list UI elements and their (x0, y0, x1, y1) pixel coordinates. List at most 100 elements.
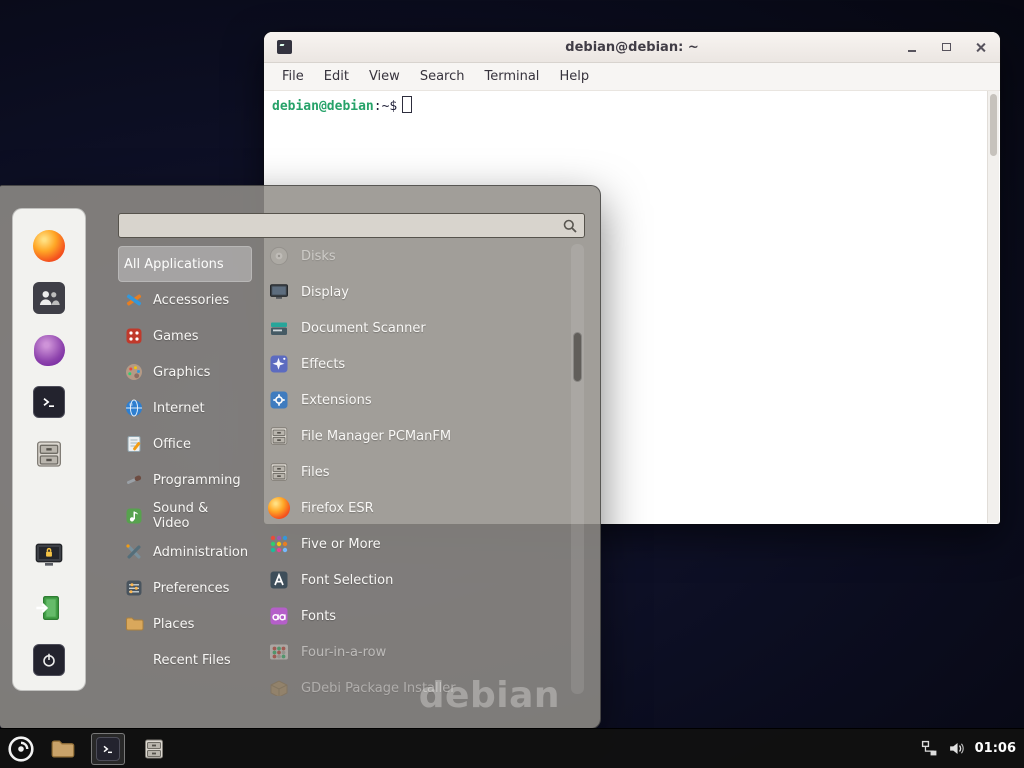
folder-icon (49, 736, 75, 762)
lock-screen-icon[interactable] (32, 538, 66, 572)
app-label: Document Scanner (301, 321, 426, 336)
preferences-icon (124, 578, 144, 598)
category-label: Accessories (153, 293, 229, 308)
app-font-selection[interactable]: Font Selection (264, 562, 566, 598)
app-disks[interactable]: Disks (264, 238, 566, 274)
volume-icon[interactable] (948, 740, 965, 757)
app-label: Display (301, 285, 349, 300)
menu-button[interactable] (3, 731, 39, 767)
task-file-manager[interactable] (45, 733, 79, 765)
clock[interactable]: 01:06 (975, 741, 1016, 756)
games-icon (124, 326, 144, 346)
favorites-column (12, 208, 86, 691)
files-favorite-icon[interactable] (32, 437, 66, 471)
app-four-in-a-row[interactable]: Four-in-a-row (264, 634, 566, 670)
category-recent-files[interactable]: Recent Files (118, 642, 252, 678)
shutdown-icon[interactable] (33, 644, 65, 676)
system-tray: 01:06 (921, 740, 1024, 757)
app-effects[interactable]: Effects (264, 346, 566, 382)
search-input[interactable] (119, 218, 562, 233)
internet-icon (124, 398, 144, 418)
terminal-task-icon (96, 737, 120, 761)
disks-icon (268, 245, 290, 267)
logout-icon[interactable] (32, 591, 66, 625)
display-icon (268, 281, 290, 303)
document-scanner-icon (268, 317, 290, 339)
category-administration[interactable]: Administration (118, 534, 252, 570)
close-icon[interactable] (975, 42, 986, 53)
app-document-scanner[interactable]: Document Scanner (264, 310, 566, 346)
category-graphics[interactable]: Graphics (118, 354, 252, 390)
terminal-cursor (402, 96, 412, 113)
window-controls (907, 32, 986, 62)
search-icon (562, 218, 578, 234)
five-or-more-icon (268, 533, 290, 555)
menu-edit[interactable]: Edit (314, 66, 359, 87)
task-files[interactable] (137, 733, 171, 765)
category-programming[interactable]: Programming (118, 462, 252, 498)
font-selection-icon (268, 569, 290, 591)
app-files[interactable]: Files (264, 454, 566, 490)
maximize-icon[interactable] (941, 42, 952, 53)
people-icon[interactable] (33, 282, 65, 314)
terminal-scrollbar-thumb[interactable] (990, 94, 997, 156)
category-internet[interactable]: Internet (118, 390, 252, 426)
gdebi-package-installer-icon (268, 677, 290, 696)
effects-icon (268, 353, 290, 375)
terminal-scrollbar[interactable] (987, 91, 999, 523)
accessories-icon (124, 290, 144, 310)
cinnamon-logo-icon (7, 735, 35, 763)
prompt-user: debian@debian (272, 99, 374, 114)
menu-file[interactable]: File (272, 66, 314, 87)
app-label: Font Selection (301, 573, 393, 588)
network-icon[interactable] (921, 740, 938, 757)
category-all-applications[interactable]: All Applications (118, 246, 252, 282)
terminal-window-icon (277, 40, 292, 54)
terminal-title: debian@debian: ~ (565, 40, 698, 55)
app-fonts[interactable]: Fonts (264, 598, 566, 634)
category-accessories[interactable]: Accessories (118, 282, 252, 318)
category-list: All Applications Accessories Games Graph… (118, 246, 252, 678)
pidgin-icon[interactable] (32, 333, 66, 367)
app-label: Five or More (301, 537, 381, 552)
menu-search[interactable]: Search (410, 66, 475, 87)
files-task-icon (142, 737, 166, 761)
category-office[interactable]: Office (118, 426, 252, 462)
category-preferences[interactable]: Preferences (118, 570, 252, 606)
category-label: Internet (153, 401, 205, 416)
app-label: Extensions (301, 393, 372, 408)
category-sound-video[interactable]: Sound & Video (118, 498, 252, 534)
window-list (45, 733, 171, 765)
menu-scrollbar[interactable] (571, 244, 584, 694)
app-display[interactable]: Display (264, 274, 566, 310)
file-manager-pcmanfm-icon (268, 425, 290, 447)
menu-help[interactable]: Help (549, 66, 599, 87)
category-games[interactable]: Games (118, 318, 252, 354)
category-label: Programming (153, 473, 241, 488)
favorites-spacer (13, 490, 85, 519)
sound-video-icon (124, 506, 144, 526)
prompt-path: :~$ (374, 99, 397, 114)
app-file-manager-pcmanfm[interactable]: File Manager PCManFM (264, 418, 566, 454)
minimize-icon[interactable] (907, 42, 918, 53)
terminal-titlebar[interactable]: debian@debian: ~ (264, 32, 1000, 63)
application-list: Disks Display Document Scanner Effects E… (264, 238, 566, 696)
menu-view[interactable]: View (359, 66, 410, 87)
app-firefox-esr[interactable]: Firefox ESR (264, 490, 566, 526)
terminal-favorite-icon[interactable] (33, 386, 65, 418)
recent-files-icon-spacer (124, 650, 144, 670)
app-label: Fonts (301, 609, 336, 624)
category-label: Preferences (153, 581, 229, 596)
category-places[interactable]: Places (118, 606, 252, 642)
app-label: Files (301, 465, 330, 480)
debian-watermark: debian (419, 675, 560, 716)
office-icon (124, 434, 144, 454)
firefox-icon[interactable] (32, 229, 66, 263)
app-five-or-more[interactable]: Five or More (264, 526, 566, 562)
menu-scrollbar-thumb[interactable] (573, 332, 582, 382)
category-label: Graphics (153, 365, 210, 380)
menu-terminal[interactable]: Terminal (474, 66, 549, 87)
category-label: Sound & Video (153, 501, 246, 531)
app-extensions[interactable]: Extensions (264, 382, 566, 418)
task-terminal[interactable] (91, 733, 125, 765)
